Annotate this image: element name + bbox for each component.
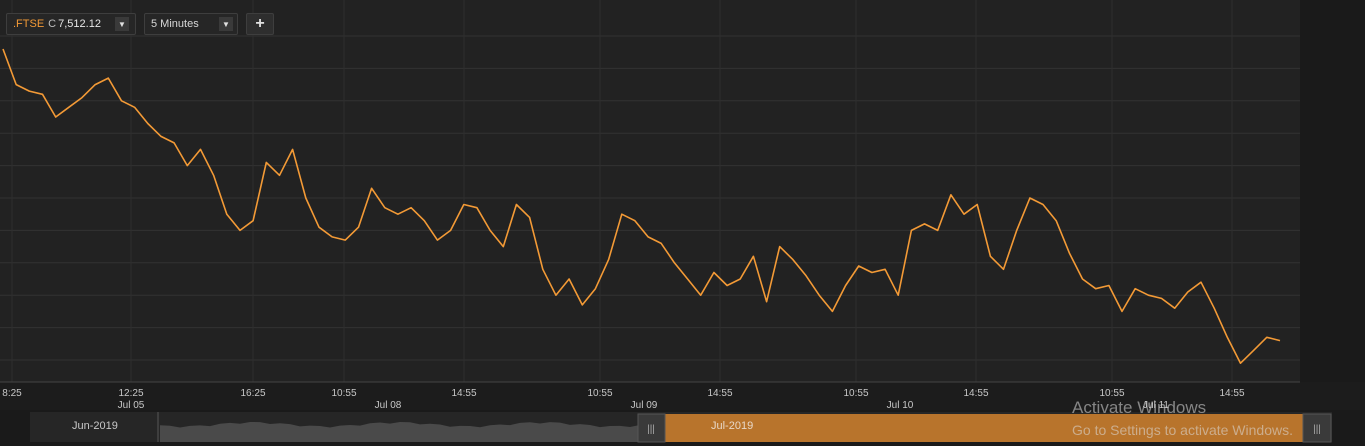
instrument-selector[interactable]: .FTSE C 7,512.12 ▼ (6, 13, 136, 35)
grip-icon: ||| (647, 424, 655, 435)
x-tick-label: 10:55 (843, 388, 868, 399)
x-tick-label: 14:55 (451, 388, 476, 399)
price-chart[interactable]: 7,6057,5957,5857,5757,5657,5557,5457,535… (0, 0, 1365, 410)
grip-icon: ||| (1313, 424, 1321, 435)
chevron-down-icon[interactable]: ▼ (219, 17, 233, 31)
chart-toolbar: .FTSE C 7,512.12 ▼ 5 Minutes ▼ + (6, 12, 274, 36)
close-flag: C (48, 18, 57, 30)
y-axis-panel (1300, 0, 1365, 382)
watermark-title: Activate Windows (1072, 398, 1207, 417)
navigator-overview-area (160, 422, 660, 442)
x-tick-label: 16:25 (240, 388, 265, 399)
instrument-ric: .FTSE (13, 18, 45, 30)
chart-plot-area[interactable]: 7,6057,5957,5857,5757,5657,5557,5457,535… (0, 0, 1363, 410)
x-date-label: Jul 09 (631, 400, 658, 410)
interval-label: 5 Minutes (151, 18, 199, 30)
x-tick-label: 10:55 (331, 388, 356, 399)
x-tick-label: 12:25 (118, 388, 143, 399)
x-date-label: Jul 08 (375, 400, 402, 410)
navigator-selected-label: Jul-2019 (711, 420, 753, 432)
x-tick-label: 14:55 (963, 388, 988, 399)
interval-selector[interactable]: 5 Minutes ▼ (144, 13, 238, 35)
plus-icon: + (255, 15, 265, 32)
x-tick-label: 14:55 (707, 388, 732, 399)
price-series-line (2, 48, 1281, 364)
last-value: 7,512.12 (58, 18, 101, 30)
x-date-label: Jul 10 (887, 400, 914, 410)
x-tick-label: 10:55 (587, 388, 612, 399)
navigator-left-label: Jun-2019 (72, 420, 118, 432)
x-date-label: Jul 05 (118, 400, 145, 410)
watermark-subtitle: Go to Settings to activate Windows. (1072, 422, 1293, 438)
add-series-button[interactable]: + (246, 13, 274, 35)
x-tick-label: 14:55 (1219, 388, 1244, 399)
x-tick-label: 8:25 (2, 388, 22, 399)
chevron-down-icon[interactable]: ▼ (114, 17, 129, 31)
